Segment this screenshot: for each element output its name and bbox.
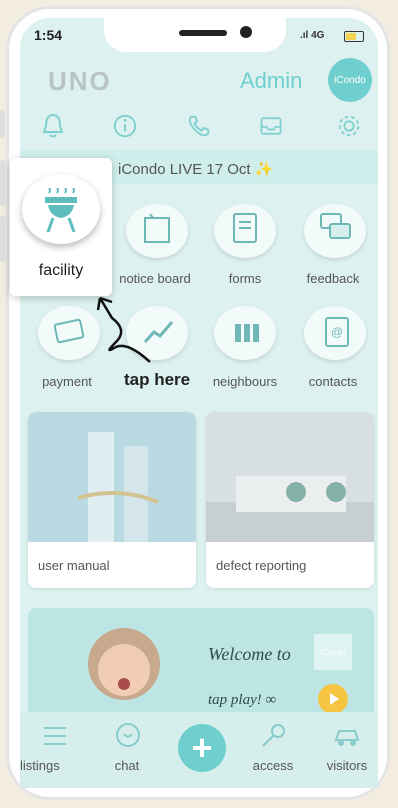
welcome-cta: tap play! ∞	[208, 692, 277, 708]
listings-icon	[44, 727, 66, 745]
battery-icon	[344, 31, 364, 42]
silent-switch	[0, 110, 5, 138]
facility-label: facility	[38, 262, 84, 279]
defect-reporting-label: defect reporting	[216, 558, 307, 573]
welcome-logo: iCondo	[314, 634, 352, 670]
nav-access[interactable]: access	[238, 758, 308, 773]
tap-here-callout: tap here	[124, 370, 191, 389]
play-button[interactable]	[318, 684, 348, 714]
chat-icon	[116, 723, 140, 747]
play-icon	[330, 693, 339, 705]
svg-text:@: @	[331, 325, 343, 339]
avatar[interactable]: iCondo	[328, 58, 372, 102]
kitchen-image	[206, 412, 374, 542]
tap-arrow	[96, 296, 151, 363]
banner-text: iCondo LIVE 17 Oct ✨	[118, 161, 274, 178]
volume-up-button	[0, 160, 5, 206]
feedback-icon	[320, 213, 351, 239]
bell-icon[interactable]	[40, 112, 66, 140]
status-time: 1:54	[34, 27, 63, 43]
app-logo: UNO	[48, 66, 112, 96]
welcome-title: Welcome to	[208, 644, 291, 664]
user-manual-card[interactable]: user manual	[28, 412, 196, 588]
volume-down-button	[0, 216, 5, 262]
payment-label: payment	[42, 374, 92, 389]
network-label: 4G	[311, 30, 325, 41]
grill-icon	[45, 188, 77, 232]
facility-tile-highlight[interactable]: facility	[10, 158, 112, 296]
inbox-icon[interactable]	[258, 112, 284, 140]
building-image	[28, 412, 196, 542]
contacts-label: contacts	[308, 374, 358, 389]
forms-icon	[233, 213, 257, 243]
speaker-bar	[179, 30, 227, 36]
facility-icon-circle	[22, 174, 100, 244]
user-role-label: Admin	[240, 68, 303, 93]
nav-visitors[interactable]: visitors	[312, 758, 382, 773]
key-icon	[262, 724, 285, 747]
child-photo	[88, 628, 160, 700]
welcome-banner[interactable]: Welcome to iCondo tap play! ∞	[28, 608, 374, 728]
notice-board-icon	[144, 213, 170, 243]
neighbours-icon	[235, 324, 259, 342]
car-icon	[334, 730, 360, 746]
feedback-label: feedback	[306, 271, 360, 286]
defect-reporting-card[interactable]: defect reporting	[206, 412, 374, 588]
contacts-icon: @	[325, 317, 349, 347]
add-button[interactable]: +	[178, 724, 226, 772]
notch	[104, 18, 286, 52]
gear-icon[interactable]	[336, 112, 362, 140]
nav-listings[interactable]: listings	[20, 758, 90, 773]
info-icon[interactable]	[112, 112, 138, 140]
user-manual-label: user manual	[38, 558, 110, 573]
phone-icon[interactable]	[186, 112, 212, 140]
signal-icon: .ıl 4G	[300, 30, 325, 41]
nav-chat[interactable]: chat	[92, 758, 162, 773]
camera-dot	[240, 26, 252, 38]
credit-card-icon	[53, 318, 85, 344]
